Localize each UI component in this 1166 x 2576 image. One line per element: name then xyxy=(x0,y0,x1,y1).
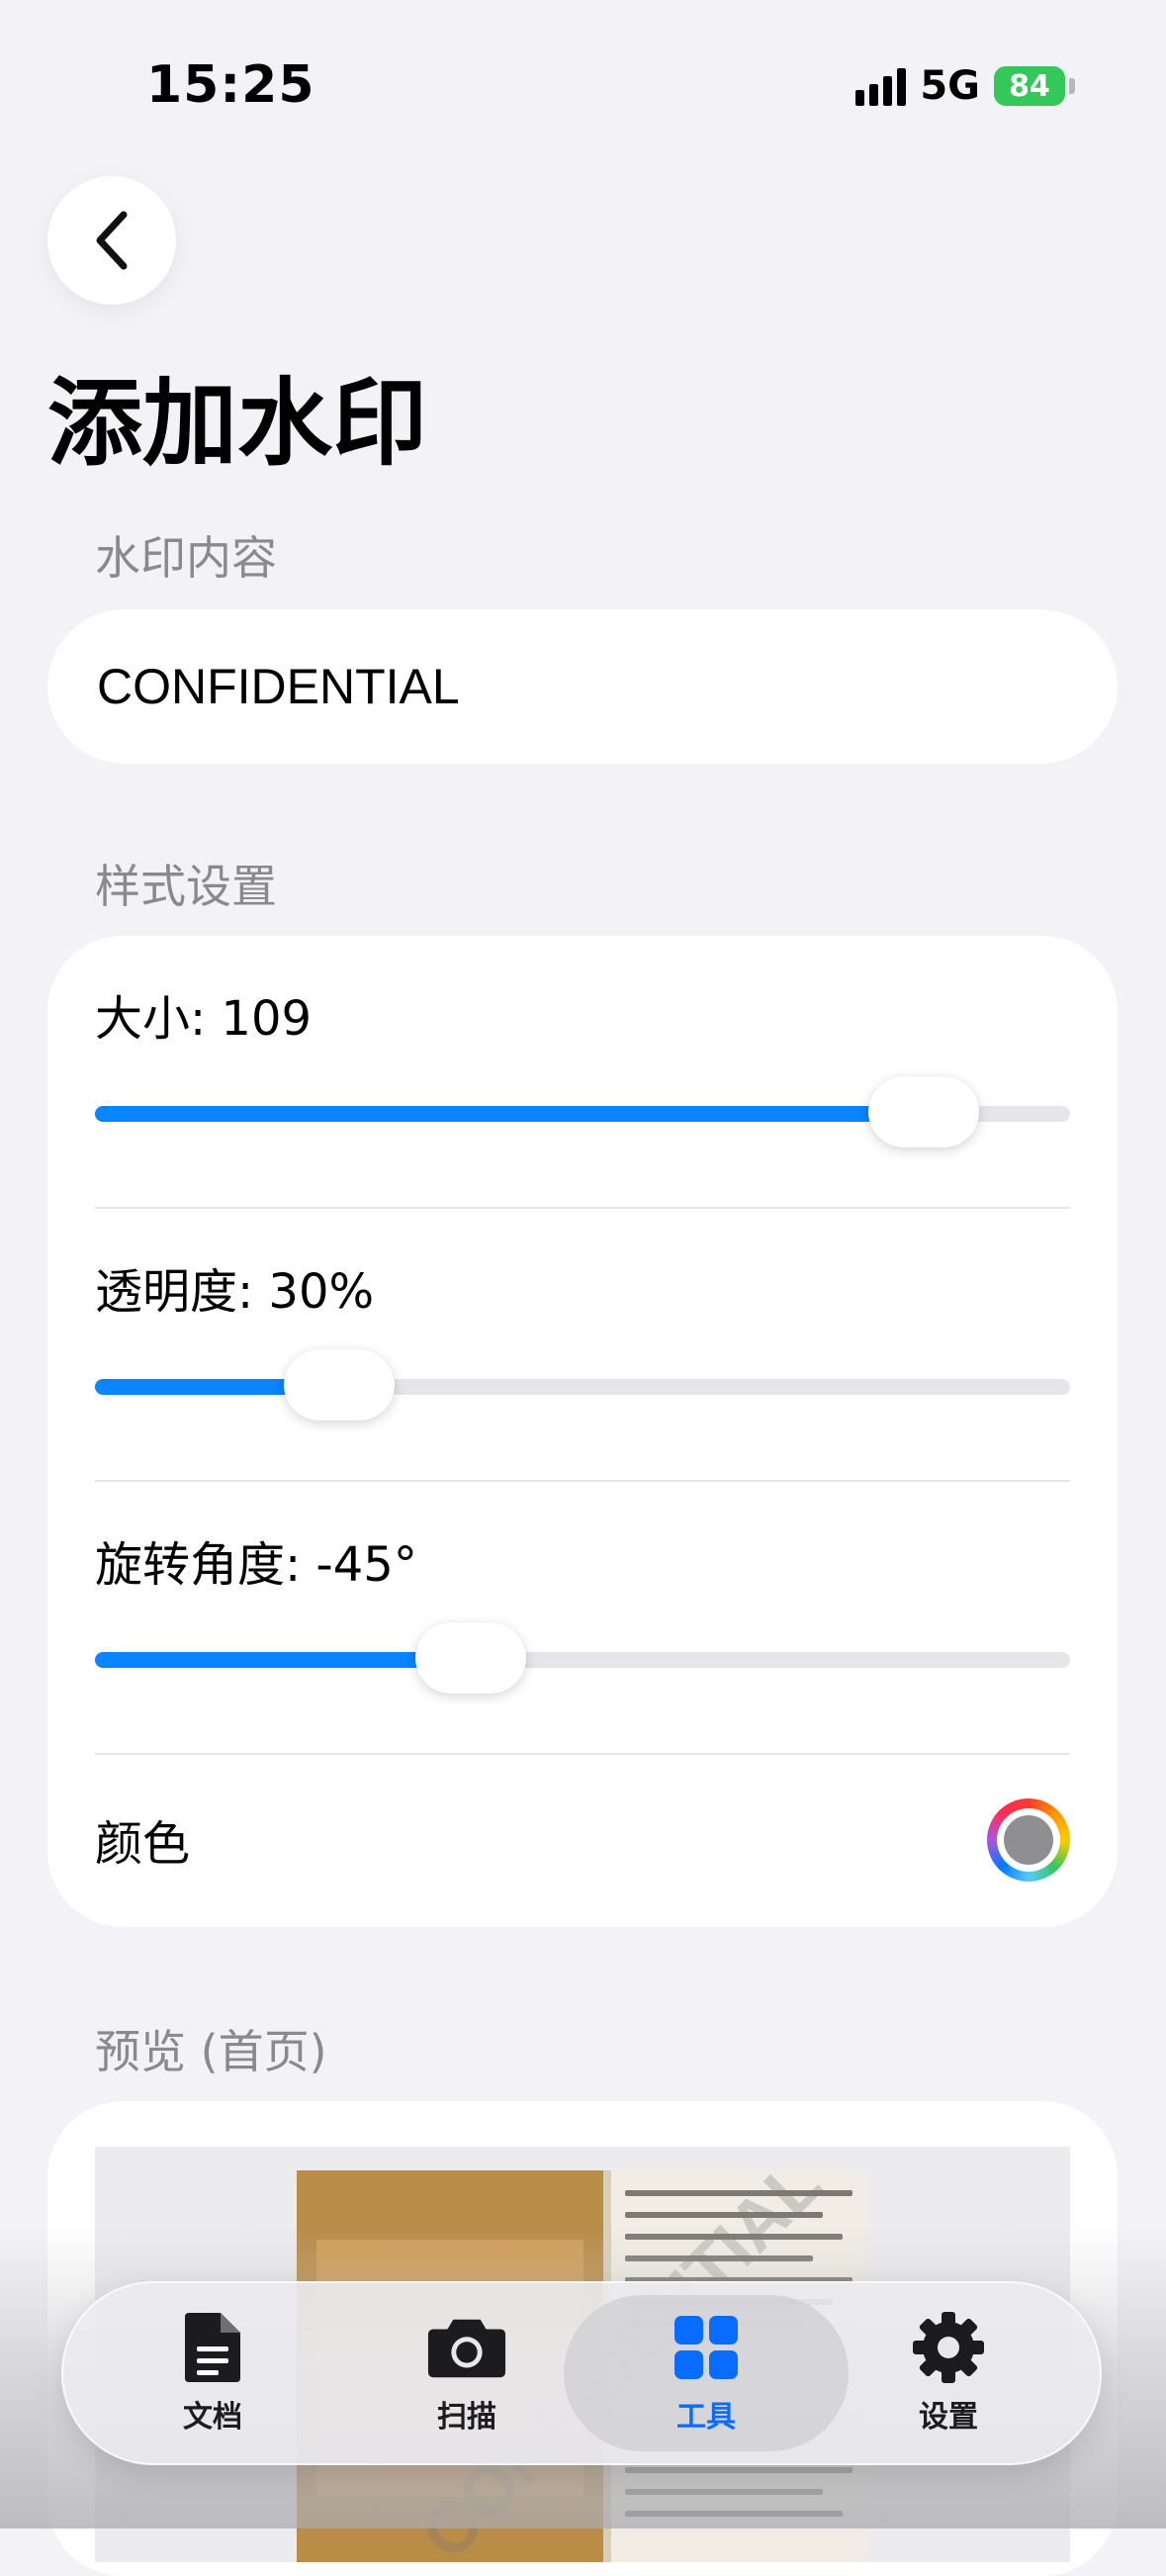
gear-icon xyxy=(908,2311,989,2384)
rotation-slider-row: 旋转角度: -45° xyxy=(95,1482,1070,1755)
battery-level: 84 xyxy=(1009,68,1050,104)
size-slider-thumb[interactable] xyxy=(868,1076,980,1148)
tab-scan[interactable]: 扫描 xyxy=(343,2281,590,2465)
status-bar: 15:25 5G 84 xyxy=(0,0,1166,168)
document-icon xyxy=(172,2311,253,2384)
content-section-label: 水印内容 xyxy=(95,531,277,585)
tab-documents[interactable]: 文档 xyxy=(89,2281,336,2465)
size-label: 大小: 109 xyxy=(95,991,313,1047)
status-indicators: 5G 84 xyxy=(855,63,1075,109)
opacity-slider[interactable] xyxy=(95,1349,1070,1421)
chevron-left-icon xyxy=(96,211,128,270)
rotation-label: 旋转角度: -45° xyxy=(95,1537,417,1593)
page-title: 添加水印 xyxy=(47,368,427,479)
opacity-slider-thumb[interactable] xyxy=(283,1349,395,1421)
color-row[interactable]: 颜色 xyxy=(95,1755,1070,1927)
rotation-slider-fill xyxy=(95,1652,471,1668)
tab-label: 文档 xyxy=(183,2400,242,2435)
style-settings-card: 大小: 109 透明度: 30% 旋转角度: -45° 颜色 xyxy=(47,936,1118,1927)
signal-icon xyxy=(855,66,907,106)
preview-section-label: 预览 (首页) xyxy=(95,2025,327,2078)
network-type: 5G xyxy=(920,63,980,109)
style-section-label: 样式设置 xyxy=(95,860,277,913)
opacity-slider-row: 透明度: 30% xyxy=(95,1209,1070,1482)
tab-label: 工具 xyxy=(676,2400,736,2435)
color-label: 颜色 xyxy=(95,1816,191,1872)
tab-settings[interactable]: 设置 xyxy=(825,2281,1072,2465)
grid-icon xyxy=(666,2311,747,2384)
watermark-text-input[interactable] xyxy=(95,657,1068,716)
camera-icon xyxy=(426,2311,507,2384)
selected-color-swatch xyxy=(1004,1815,1053,1865)
status-time: 15:25 xyxy=(146,55,315,115)
tab-tools[interactable]: 工具 xyxy=(583,2281,830,2465)
battery-icon: 84 xyxy=(994,66,1065,106)
rotation-slider[interactable] xyxy=(95,1622,1070,1694)
rotation-slider-thumb[interactable] xyxy=(414,1622,526,1694)
size-slider-row: 大小: 109 xyxy=(95,936,1070,1209)
back-button[interactable] xyxy=(47,176,176,305)
battery-cap xyxy=(1069,78,1075,94)
size-slider-fill xyxy=(95,1106,925,1122)
opacity-label: 透明度: 30% xyxy=(95,1264,375,1320)
watermark-text-card xyxy=(47,609,1118,764)
tab-label: 扫描 xyxy=(437,2400,496,2435)
tab-bar: 文档 扫描 工具 设置 xyxy=(61,2281,1102,2465)
size-slider[interactable] xyxy=(95,1076,1070,1148)
tab-label: 设置 xyxy=(919,2400,978,2435)
color-picker-button[interactable] xyxy=(987,1798,1070,1882)
